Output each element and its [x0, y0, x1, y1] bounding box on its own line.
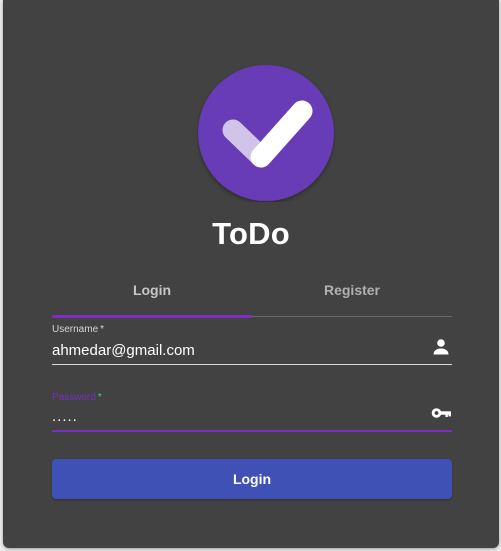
username-label: Username *	[52, 324, 104, 336]
tab-login[interactable]: Login	[52, 268, 252, 314]
password-input[interactable]: .....	[52, 408, 412, 426]
auth-tabs: Login Register	[52, 268, 452, 318]
key-icon[interactable]	[430, 402, 452, 424]
username-field: Username * ahmedar@gmail.com	[52, 324, 452, 366]
app-title: ToDo	[212, 216, 290, 251]
person-icon	[430, 336, 452, 358]
password-label-text: Password	[52, 392, 96, 403]
password-required-mark: *	[97, 392, 102, 403]
login-button[interactable]: Login	[52, 459, 452, 499]
password-underline	[52, 430, 452, 432]
tab-register[interactable]: Register	[252, 268, 452, 314]
password-field: Password * .....	[52, 392, 452, 434]
username-input[interactable]: ahmedar@gmail.com	[52, 342, 412, 360]
username-underline	[52, 364, 452, 365]
checkmark-icon	[198, 65, 334, 201]
app-logo	[197, 64, 335, 202]
active-tab-indicator	[52, 315, 252, 318]
username-label-text: Username	[52, 324, 99, 335]
username-required-mark: *	[100, 324, 105, 335]
password-label: Password *	[52, 392, 102, 404]
login-card: ToDo Login Register Username * ahmedar@gm…	[3, 0, 499, 548]
